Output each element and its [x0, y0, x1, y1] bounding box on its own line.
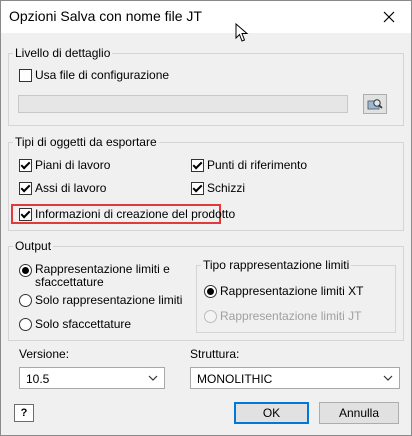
work-axes-box[interactable]	[19, 181, 32, 195]
output-boundary-facets-label-2: sfaccettature	[35, 275, 104, 289]
mouse-cursor-icon	[235, 23, 249, 42]
cancel-button[interactable]: Annulla	[319, 402, 399, 424]
detail-level-legend: Livello di dettaglio	[15, 46, 111, 60]
sketches-checkbox[interactable]: Schizzi	[191, 181, 245, 195]
output-facets-only-dot[interactable]	[19, 317, 32, 331]
chevron-down-icon	[148, 375, 158, 381]
work-planes-checkbox[interactable]: Piani di lavoro	[19, 158, 110, 172]
product-info-label: Informazioni di creazione del prodotto	[35, 207, 236, 221]
ok-button[interactable]: OK	[234, 402, 309, 424]
work-points-box[interactable]	[191, 158, 204, 172]
help-button[interactable]: ?	[14, 404, 34, 422]
magnifier-folder-icon	[367, 99, 383, 110]
structure-value: MONOLITHIC	[197, 372, 273, 386]
detail-level-group: Livello di dettaglio	[8, 46, 404, 126]
output-boundary-only-radio[interactable]: Solo rappresentazione limiti	[19, 293, 182, 307]
version-select[interactable]: 10.5	[19, 367, 165, 389]
dialog-window: Opzioni Salva con nome file JT Livello d…	[0, 0, 412, 436]
boundary-xt-label: Rappresentazione limiti XT	[220, 284, 364, 298]
output-boundary-only-label: Solo rappresentazione limiti	[35, 293, 183, 307]
output-legend: Output	[15, 239, 52, 253]
output-boundary-facets-dot[interactable]	[19, 264, 32, 277]
use-config-box[interactable]	[19, 68, 32, 82]
structure-select[interactable]: MONOLITHIC	[190, 367, 400, 389]
output-boundary-only-dot[interactable]	[19, 293, 32, 307]
boundary-jt-radio: Rappresentazione limiti JT	[204, 309, 361, 323]
boundary-jt-label: Rappresentazione limiti JT	[220, 309, 362, 323]
close-icon	[383, 11, 394, 23]
boundary-jt-dot	[204, 309, 217, 323]
work-axes-checkbox[interactable]: Assi di lavoro	[19, 181, 106, 195]
sketches-label: Schizzi	[207, 181, 246, 195]
browse-button[interactable]	[363, 94, 387, 114]
use-config-label: Usa file di configurazione	[35, 68, 170, 82]
product-info-box[interactable]	[19, 207, 32, 221]
window-title: Opzioni Salva con nome file JT	[9, 8, 202, 24]
boundary-xt-dot[interactable]	[204, 284, 217, 298]
output-boundary-facets-text: Rappresentazione limiti e sfaccettature	[35, 263, 170, 289]
structure-label: Struttura:	[190, 347, 240, 361]
work-planes-label: Piani di lavoro	[35, 158, 111, 172]
chevron-down-icon	[383, 375, 393, 381]
config-path-field[interactable]	[18, 95, 348, 113]
boundary-xt-radio[interactable]: Rappresentazione limiti XT	[204, 284, 363, 298]
work-points-checkbox[interactable]: Punti di riferimento	[191, 158, 307, 172]
output-facets-only-label: Solo sfaccettature	[35, 317, 132, 331]
work-axes-label: Assi di lavoro	[35, 181, 107, 195]
output-facets-only-radio[interactable]: Solo sfaccettature	[19, 317, 131, 331]
work-planes-box[interactable]	[19, 158, 32, 172]
title-bar: Opzioni Salva con nome file JT	[1, 1, 411, 42]
version-value: 10.5	[26, 372, 50, 386]
output-boundary-facets-radio[interactable]: Rappresentazione limiti e sfaccettature	[19, 263, 170, 289]
product-info-checkbox[interactable]: Informazioni di creazione del prodotto	[19, 207, 235, 221]
object-types-legend: Tipi di oggetti da esportare	[15, 135, 157, 149]
use-config-checkbox[interactable]: Usa file di configurazione	[19, 68, 169, 82]
version-label: Versione:	[19, 347, 70, 361]
sketches-box[interactable]	[191, 181, 204, 195]
close-button[interactable]	[366, 1, 411, 33]
work-points-label: Punti di riferimento	[207, 158, 308, 172]
boundary-type-legend: Tipo rappresentazione limiti	[203, 258, 350, 272]
